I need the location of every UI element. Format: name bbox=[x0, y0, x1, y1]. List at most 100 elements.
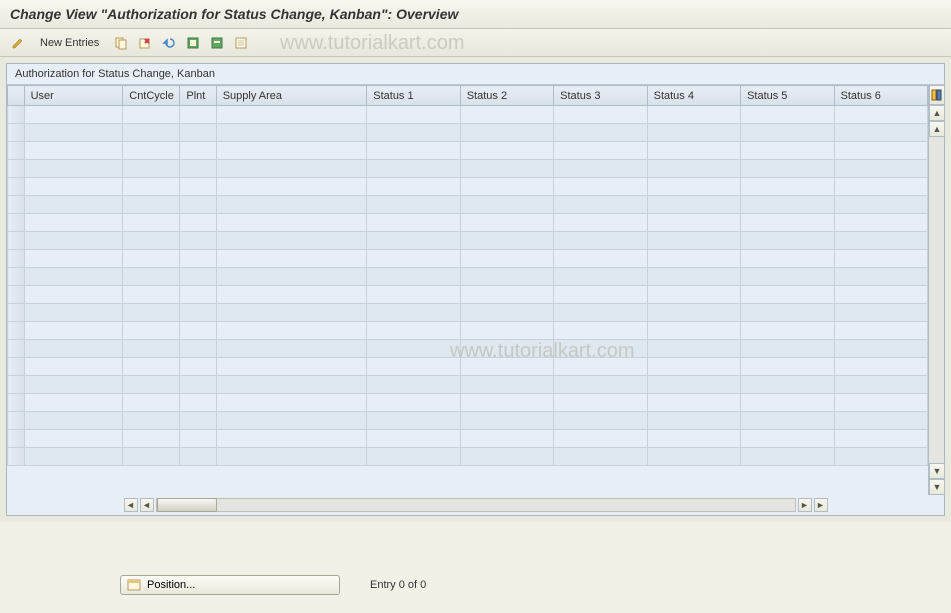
table-cell[interactable] bbox=[460, 286, 553, 304]
column-header-plnt[interactable]: Plnt bbox=[180, 86, 216, 106]
table-cell[interactable] bbox=[834, 178, 927, 196]
table-cell[interactable] bbox=[180, 430, 216, 448]
table-row[interactable] bbox=[8, 250, 928, 268]
table-cell[interactable] bbox=[216, 214, 367, 232]
table-cell[interactable] bbox=[180, 124, 216, 142]
row-selector[interactable] bbox=[8, 268, 25, 286]
table-cell[interactable] bbox=[24, 304, 123, 322]
table-cell[interactable] bbox=[460, 358, 553, 376]
table-cell[interactable] bbox=[123, 448, 180, 466]
table-cell[interactable] bbox=[367, 232, 460, 250]
table-cell[interactable] bbox=[367, 124, 460, 142]
row-selector[interactable] bbox=[8, 124, 25, 142]
table-row[interactable] bbox=[8, 430, 928, 448]
table-cell[interactable] bbox=[834, 322, 927, 340]
delete-icon[interactable] bbox=[135, 33, 155, 53]
table-cell[interactable] bbox=[180, 376, 216, 394]
row-selector[interactable] bbox=[8, 178, 25, 196]
table-row[interactable] bbox=[8, 286, 928, 304]
row-selector[interactable] bbox=[8, 394, 25, 412]
table-cell[interactable] bbox=[123, 412, 180, 430]
table-cell[interactable] bbox=[834, 124, 927, 142]
table-cell[interactable] bbox=[24, 268, 123, 286]
table-cell[interactable] bbox=[180, 286, 216, 304]
row-selector[interactable] bbox=[8, 358, 25, 376]
table-cell[interactable] bbox=[367, 376, 460, 394]
scroll-left-arrow[interactable]: ◄ bbox=[140, 498, 154, 512]
table-cell[interactable] bbox=[24, 430, 123, 448]
row-selector[interactable] bbox=[8, 322, 25, 340]
table-row[interactable] bbox=[8, 178, 928, 196]
table-cell[interactable] bbox=[554, 214, 647, 232]
column-header-status6[interactable]: Status 6 bbox=[834, 86, 927, 106]
table-cell[interactable] bbox=[554, 286, 647, 304]
column-header-status4[interactable]: Status 4 bbox=[647, 86, 740, 106]
table-cell[interactable] bbox=[24, 358, 123, 376]
table-cell[interactable] bbox=[216, 340, 367, 358]
row-selector[interactable] bbox=[8, 232, 25, 250]
table-cell[interactable] bbox=[180, 232, 216, 250]
table-row[interactable] bbox=[8, 304, 928, 322]
new-entries-button[interactable]: New Entries bbox=[32, 35, 107, 51]
table-row[interactable] bbox=[8, 394, 928, 412]
table-cell[interactable] bbox=[834, 448, 927, 466]
table-cell[interactable] bbox=[24, 106, 123, 124]
table-cell[interactable] bbox=[460, 196, 553, 214]
table-row[interactable] bbox=[8, 322, 928, 340]
table-cell[interactable] bbox=[460, 448, 553, 466]
table-cell[interactable] bbox=[123, 124, 180, 142]
hscroll-track[interactable] bbox=[156, 498, 796, 512]
table-cell[interactable] bbox=[180, 214, 216, 232]
table-cell[interactable] bbox=[647, 196, 740, 214]
table-cell[interactable] bbox=[180, 268, 216, 286]
table-cell[interactable] bbox=[24, 412, 123, 430]
table-cell[interactable] bbox=[123, 376, 180, 394]
table-cell[interactable] bbox=[554, 430, 647, 448]
table-cell[interactable] bbox=[554, 394, 647, 412]
table-cell[interactable] bbox=[647, 232, 740, 250]
table-cell[interactable] bbox=[367, 286, 460, 304]
table-cell[interactable] bbox=[647, 376, 740, 394]
table-cell[interactable] bbox=[123, 322, 180, 340]
table-settings-icon[interactable] bbox=[929, 85, 945, 105]
table-cell[interactable] bbox=[460, 178, 553, 196]
scroll-track[interactable] bbox=[929, 137, 944, 463]
table-cell[interactable] bbox=[216, 286, 367, 304]
table-cell[interactable] bbox=[460, 394, 553, 412]
table-cell[interactable] bbox=[24, 232, 123, 250]
table-cell[interactable] bbox=[741, 232, 834, 250]
table-cell[interactable] bbox=[180, 160, 216, 178]
table-cell[interactable] bbox=[24, 214, 123, 232]
table-cell[interactable] bbox=[647, 160, 740, 178]
scroll-right-arrow[interactable]: ► bbox=[798, 498, 812, 512]
row-selector[interactable] bbox=[8, 106, 25, 124]
table-cell[interactable] bbox=[216, 376, 367, 394]
table-cell[interactable] bbox=[216, 196, 367, 214]
table-cell[interactable] bbox=[216, 430, 367, 448]
table-cell[interactable] bbox=[834, 142, 927, 160]
table-cell[interactable] bbox=[647, 448, 740, 466]
table-cell[interactable] bbox=[367, 322, 460, 340]
table-cell[interactable] bbox=[554, 196, 647, 214]
table-cell[interactable] bbox=[834, 232, 927, 250]
table-cell[interactable] bbox=[647, 430, 740, 448]
table-cell[interactable] bbox=[554, 106, 647, 124]
table-cell[interactable] bbox=[24, 160, 123, 178]
table-cell[interactable] bbox=[367, 340, 460, 358]
table-cell[interactable] bbox=[180, 178, 216, 196]
table-cell[interactable] bbox=[123, 304, 180, 322]
table-cell[interactable] bbox=[123, 340, 180, 358]
table-cell[interactable] bbox=[647, 250, 740, 268]
row-selector[interactable] bbox=[8, 250, 25, 268]
column-header-cntcycle[interactable]: CntCycle bbox=[123, 86, 180, 106]
vertical-scrollbar[interactable]: ▲ ▲ ▼ ▼ bbox=[928, 85, 944, 495]
table-cell[interactable] bbox=[216, 448, 367, 466]
table-cell[interactable] bbox=[216, 412, 367, 430]
table-cell[interactable] bbox=[123, 394, 180, 412]
table-cell[interactable] bbox=[647, 106, 740, 124]
table-cell[interactable] bbox=[647, 322, 740, 340]
column-header-status2[interactable]: Status 2 bbox=[460, 86, 553, 106]
table-cell[interactable] bbox=[180, 106, 216, 124]
copy-as-icon[interactable] bbox=[111, 33, 131, 53]
table-cell[interactable] bbox=[460, 376, 553, 394]
